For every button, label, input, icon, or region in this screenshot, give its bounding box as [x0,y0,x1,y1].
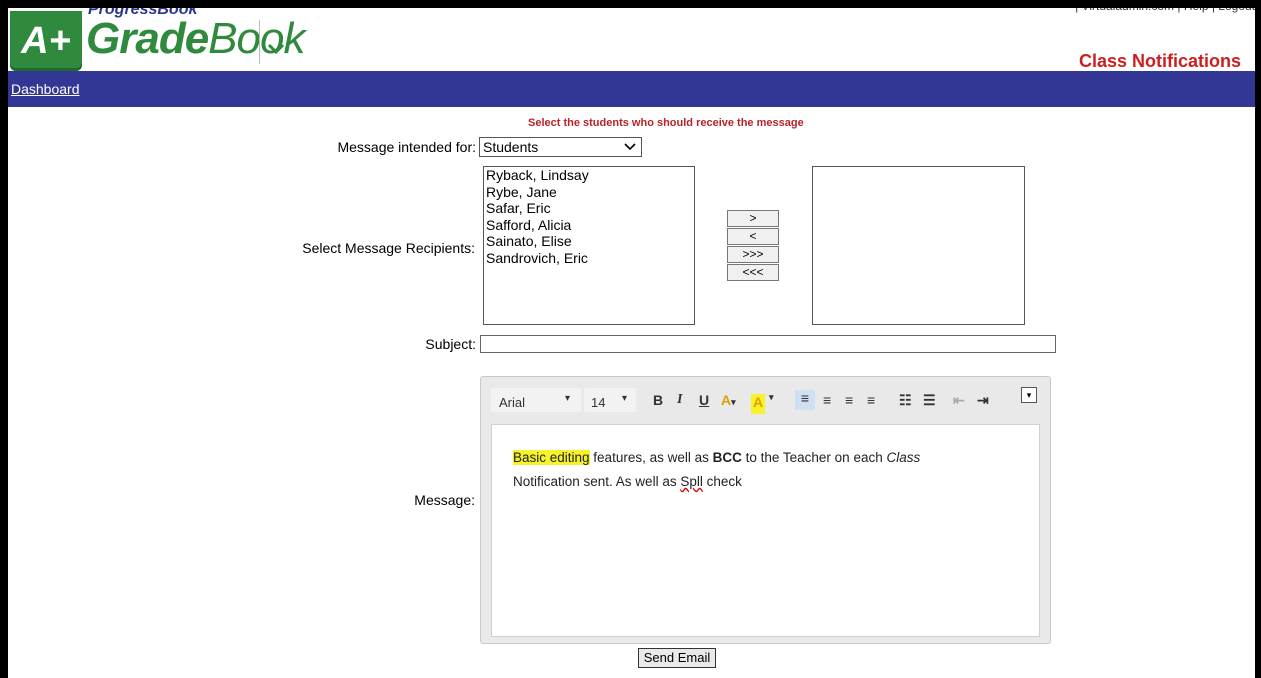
editor-toolbar: Arial ▾ 14 ▾ B I U A▾ A ▾ ≡ ≡ ≡ ≡ ☷ ☰ ⇤ … [481,377,1050,419]
rich-text-editor: Arial ▾ 14 ▾ B I U A▾ A ▾ ≡ ≡ ≡ ≡ ☷ ☰ ⇤ … [480,376,1051,644]
font-color-icon[interactable]: A▾ [721,392,736,412]
list-item[interactable]: Sainato, Elise [484,233,694,250]
available-students-list[interactable]: Ryback, Lindsay Rybe, Jane Safar, Eric S… [483,166,695,325]
numbered-list-icon[interactable]: ☷ [899,392,912,412]
message-fragment: Notification sent. As well as [513,474,681,489]
message-label: Message: [414,492,475,508]
intended-for-select[interactable]: Students [479,137,642,157]
subject-input[interactable] [480,335,1056,353]
logo-text: A+ [21,19,71,62]
list-item[interactable]: Safford, Alicia [484,217,694,234]
move-all-left-button[interactable]: <<< [727,264,779,281]
italic-icon[interactable]: I [677,392,682,412]
caret-down-icon: ▾ [565,393,571,404]
caret-down-icon: ▾ [769,392,774,402]
intended-for-value: Students [483,139,539,155]
brand-bold: Grade [86,14,209,63]
selected-students-list[interactable] [812,166,1025,325]
font-size-value: 14 [591,395,606,410]
move-right-button[interactable]: > [727,210,779,227]
outdent-icon[interactable]: ⇤ [953,392,965,412]
list-item[interactable]: Rybe, Jane [484,184,694,201]
highlight-color-icon[interactable]: A [751,394,766,414]
more-options-icon[interactable]: ▾ [1021,387,1037,403]
align-right-icon[interactable]: ≡ [845,392,853,412]
align-left-icon[interactable]: ≡ [795,390,815,410]
nav-bar: Dashboard [8,71,1255,107]
subject-label: Subject: [425,336,476,352]
indent-icon[interactable]: ⇥ [977,392,989,412]
bold-icon[interactable]: B [653,392,663,412]
font-name-dropdown[interactable]: Arial ▾ [491,388,581,412]
top-links[interactable]: | Virtualadmin.com | Help | Logout [1075,8,1255,13]
justify-icon[interactable]: ≡ [867,392,875,412]
page-title: Class Notifications [1078,51,1241,71]
header: A+ ProgressBook GradeBook | Virtualadmin… [8,8,1255,71]
dashboard-link[interactable]: Dashboard [11,81,80,97]
bullet-list-icon[interactable]: ☰ [923,392,936,412]
font-size-dropdown[interactable]: 14 ▾ [584,388,636,412]
recipients-label: Select Message Recipients: [302,240,475,256]
list-item[interactable]: Safar, Eric [484,200,694,217]
misspelled-word: Spll [680,474,703,489]
message-text: Basic editing features, as well as BCC t… [513,446,1033,494]
message-fragment: check [702,474,742,489]
app-frame: A+ ProgressBook GradeBook | Virtualadmin… [0,0,1261,678]
highlighted-text: Basic editing [513,450,590,465]
list-item[interactable]: Ryback, Lindsay [484,167,694,184]
font-name-value: Arial [499,395,526,410]
underline-icon[interactable]: U [699,392,709,412]
message-body[interactable]: Basic editing features, as well as BCC t… [491,424,1040,637]
list-item[interactable]: Sandrovich, Eric [484,250,694,267]
chevron-down-icon [623,137,637,158]
message-fragment: to the Teacher on each [741,450,887,465]
move-left-button[interactable]: < [727,228,779,245]
message-fragment: features, as well as [589,450,713,465]
italic-text: Class [886,450,921,465]
intended-for-label: Message intended for: [337,139,476,155]
aplus-logo: A+ [10,11,82,71]
caret-down-icon: ▾ [622,393,628,404]
send-email-button[interactable]: Send Email [638,648,716,668]
instruction-text: Select the students who should receive t… [528,117,804,129]
bold-text: BCC [712,450,742,465]
move-all-right-button[interactable]: >>> [727,246,779,263]
align-center-icon[interactable]: ≡ [823,392,831,412]
chevron-down-icon[interactable] [266,36,296,56]
brand-separator [259,20,260,64]
